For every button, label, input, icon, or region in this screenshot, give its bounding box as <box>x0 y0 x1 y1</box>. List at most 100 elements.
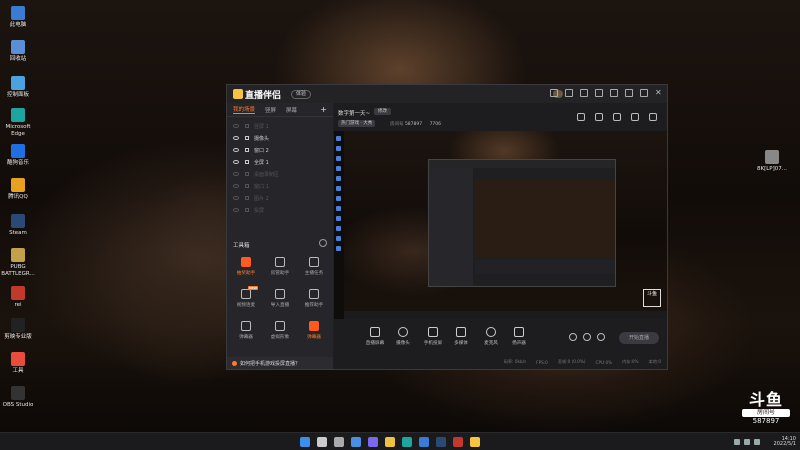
tab-my-scene[interactable]: 我的场景 <box>233 105 256 114</box>
chat-icon[interactable] <box>368 437 378 447</box>
desktop-icon[interactable]: PUBG BATTLEGR... <box>0 248 36 277</box>
source-item[interactable]: 桌面录制区 <box>227 168 333 180</box>
source-label: 全屏 1 <box>254 159 269 166</box>
message-icon[interactable] <box>550 89 558 97</box>
wifi-icon[interactable] <box>744 439 750 445</box>
desktop-app-icon <box>11 352 25 366</box>
eye-icon[interactable] <box>233 208 239 212</box>
tool-button[interactable]: 推荐助手 <box>301 289 327 308</box>
desktop-icon[interactable]: 剪映专业版 <box>0 318 36 341</box>
shop-icon[interactable] <box>577 113 585 121</box>
control-button[interactable]: 摄像头 <box>390 327 416 346</box>
source-label: 摄像头 <box>254 135 270 142</box>
steam-icon[interactable] <box>436 437 446 447</box>
maximize-icon[interactable] <box>640 89 648 97</box>
tool-label: 虚拟形象 <box>270 335 290 340</box>
help-icon[interactable] <box>319 239 327 247</box>
desktop-file-icon[interactable]: 8K[LP]07... <box>754 150 790 173</box>
mail-icon[interactable] <box>565 89 573 97</box>
close-icon[interactable]: ✕ <box>655 89 663 97</box>
live-preview[interactable]: 斗鱼 <box>334 131 667 319</box>
minimize-icon[interactable] <box>625 89 633 97</box>
windows-start-icon[interactable] <box>300 437 310 447</box>
add-scene-button[interactable]: + <box>320 105 327 114</box>
desktop-icon[interactable]: Microsoft Edge <box>0 108 36 137</box>
desktop-icon[interactable]: 控制面板 <box>0 76 36 99</box>
control-button[interactable]: 直播屏幕 <box>362 327 388 346</box>
source-item[interactable]: 竖屏 1 <box>227 120 333 132</box>
eye-icon[interactable] <box>233 196 239 200</box>
desktop-icon[interactable]: OBS Studio <box>0 386 36 409</box>
control-button[interactable]: 多媒体 <box>448 327 474 346</box>
search-icon[interactable] <box>317 437 327 447</box>
tool-icon <box>241 289 251 299</box>
source-label: 窗口 1 <box>254 183 269 190</box>
eye-icon[interactable] <box>233 184 239 188</box>
edge-icon[interactable] <box>402 437 412 447</box>
eye-icon[interactable] <box>233 160 239 164</box>
desktop-icon-label: 腾讯QQ <box>8 194 28 200</box>
settings-icon[interactable] <box>580 89 588 97</box>
desktop-icon[interactable]: 酷狗音乐 <box>0 144 36 167</box>
tool-button[interactable]: 弹幕器 <box>301 321 327 340</box>
tray-chevron-icon[interactable] <box>734 439 740 445</box>
source-item[interactable]: 摄像头 <box>227 132 333 144</box>
bell-icon[interactable] <box>631 113 639 121</box>
control-button[interactable]: 麦克风 <box>478 327 504 346</box>
camera-toggle-icon[interactable] <box>569 333 577 341</box>
desktop-icon[interactable]: 工具 <box>0 352 36 375</box>
start-live-button[interactable]: 开始直播 <box>619 332 659 344</box>
eye-icon[interactable] <box>233 172 239 176</box>
tool-label: 房管助手 <box>270 271 290 276</box>
share-screen-icon[interactable] <box>613 113 621 121</box>
volume-icon[interactable] <box>754 439 760 445</box>
tool-button[interactable]: 导入直播 <box>267 289 293 308</box>
skin-icon[interactable] <box>595 89 603 97</box>
source-item[interactable]: 窗口 1 <box>227 180 333 192</box>
tool-button[interactable]: 主播任务 <box>301 257 327 276</box>
menu-icon[interactable] <box>610 89 618 97</box>
eye-icon[interactable] <box>233 148 239 152</box>
tool-button[interactable]: 视频连麦 NEW <box>233 286 259 308</box>
control-icon <box>370 327 380 337</box>
app-icon[interactable] <box>453 437 463 447</box>
tab-vertical[interactable]: 竖屏 <box>265 106 276 114</box>
edit-title-button[interactable]: 修改 <box>374 108 391 115</box>
eye-icon[interactable] <box>233 124 239 128</box>
desktop-icon[interactable]: 此电脑 <box>0 6 36 29</box>
tool-button[interactable]: 虚拟形象 <box>267 321 293 340</box>
tool-icon <box>309 321 319 331</box>
source-label: 图片 2 <box>254 195 269 202</box>
share-icon[interactable] <box>649 113 657 121</box>
tip-bar[interactable]: 如何把手机游戏投屏直播？ <box>227 357 333 369</box>
tool-icon <box>241 321 251 331</box>
tool-button[interactable]: 弹幕器 <box>233 321 259 340</box>
lock-icon[interactable] <box>595 113 603 121</box>
gear-icon[interactable] <box>597 333 605 341</box>
desktop-icon[interactable]: 腾讯QQ <box>0 178 36 201</box>
source-item[interactable]: 投屏 <box>227 204 333 216</box>
version-pill[interactable]: 体验 <box>291 90 312 99</box>
source-item[interactable]: 窗口 2 <box>227 144 333 156</box>
desktop-icon[interactable]: 回收站 <box>0 40 36 63</box>
source-item[interactable]: 图片 2 <box>227 192 333 204</box>
store-icon[interactable] <box>419 437 429 447</box>
control-button[interactable]: 扬声器 <box>506 327 532 346</box>
file-explorer-icon[interactable] <box>385 437 395 447</box>
desktop-icon[interactable]: rei <box>0 286 36 309</box>
widgets-icon[interactable] <box>351 437 361 447</box>
category-pill[interactable]: 热门游戏 · 大秀 <box>338 120 376 127</box>
task-view-icon[interactable] <box>334 437 344 447</box>
window-titlebar[interactable]: 直播伴侣 体验 ✕ <box>227 85 667 103</box>
tool-button[interactable]: 抽奖助手 <box>233 257 259 276</box>
desktop-icon[interactable]: Steam <box>0 214 36 237</box>
douyu-companion-icon[interactable] <box>470 437 480 447</box>
clock[interactable]: 14:10 2022/5/1 <box>774 437 796 447</box>
tab-screen[interactable]: 屏幕 <box>286 106 297 114</box>
eye-icon[interactable] <box>233 136 239 140</box>
control-icon <box>514 327 524 337</box>
source-item[interactable]: 全屏 1 <box>227 156 333 168</box>
audio-settings-icon[interactable] <box>583 333 591 341</box>
control-button[interactable]: 手机投屏 <box>420 327 446 346</box>
tool-button[interactable]: 房管助手 <box>267 257 293 276</box>
